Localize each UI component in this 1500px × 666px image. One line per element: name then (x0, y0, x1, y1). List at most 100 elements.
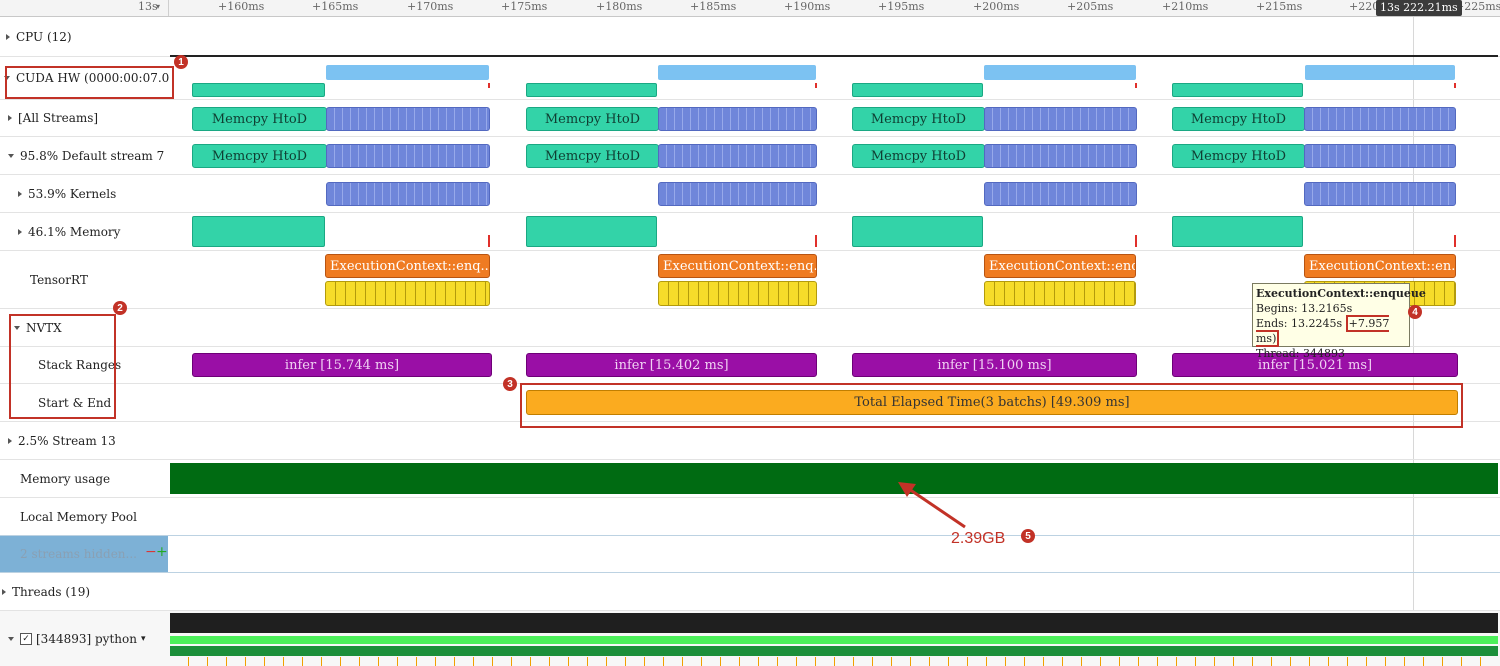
memcpy-htod-bar[interactable]: Memcpy HtoD (192, 107, 327, 131)
row-label-kernels: 53.9% Kernels (28, 186, 117, 201)
cuda-hw-kernel-bar[interactable] (658, 65, 816, 80)
cuda-hw-memcpy-bar[interactable] (192, 83, 325, 97)
red-marker (1135, 235, 1137, 247)
row-label-threads: Threads (19) (12, 584, 91, 599)
row-hidden-streams[interactable]: 2 streams hidden... − + (0, 536, 1500, 573)
annotation-badge-4: 4 (1408, 305, 1422, 319)
tensorrt-layers-bar[interactable] (325, 281, 490, 306)
thread-state-bar[interactable] (170, 636, 1498, 644)
ruler-tick: +170ms (407, 0, 454, 13)
cuda-hw-memcpy-bar[interactable] (852, 83, 983, 97)
tooltip-ends: Ends: 13.2245s (1256, 317, 1343, 330)
row-label-cpu: CPU (12) (16, 29, 72, 44)
kernel-bar[interactable] (658, 144, 817, 168)
thread-dropdown-icon[interactable]: ▾ (141, 634, 146, 644)
memory-op-bar[interactable] (1172, 216, 1303, 247)
infer-range-bar[interactable]: infer [15.402 ms] (526, 353, 817, 377)
memcpy-htod-bar[interactable]: Memcpy HtoD (852, 107, 985, 131)
ruler-start-label: 13s (138, 0, 158, 13)
annotation-arrow (898, 482, 966, 529)
execution-context-bar[interactable]: ExecutionContext::en... (1304, 254, 1456, 278)
cuda-hw-kernel-bar[interactable] (984, 65, 1136, 80)
expand-arrow-icon[interactable] (2, 588, 6, 595)
red-marker (1454, 83, 1456, 88)
cuda-hw-kernel-bar[interactable] (326, 65, 489, 80)
row-label-memory: 46.1% Memory (28, 224, 121, 239)
thread-samples-bar[interactable] (170, 646, 1498, 656)
memory-op-bar[interactable] (852, 216, 983, 247)
ruler-tick: +160ms (218, 0, 265, 13)
memcpy-htod-bar[interactable]: Memcpy HtoD (1172, 107, 1305, 131)
execution-context-bar[interactable]: ExecutionContext::enq... (658, 254, 817, 278)
annotation-arrow-head (898, 482, 916, 497)
kernel-bar[interactable] (658, 182, 817, 206)
memcpy-htod-bar[interactable]: Memcpy HtoD (526, 107, 659, 131)
cuda-hw-memcpy-bar[interactable] (1172, 83, 1303, 97)
kernel-bar[interactable] (326, 144, 490, 168)
show-plus-icon[interactable]: + (156, 544, 168, 560)
ruler-tick: +200ms (973, 0, 1020, 13)
memcpy-htod-bar[interactable]: Memcpy HtoD (192, 144, 327, 168)
red-marker (815, 235, 817, 247)
expand-arrow-icon[interactable] (6, 33, 10, 40)
thread-checkbox[interactable]: ✓ (20, 632, 32, 645)
ruler-tickline (168, 0, 169, 16)
kernel-bar[interactable] (326, 182, 490, 206)
collapse-arrow-icon[interactable] (8, 636, 14, 641)
execution-context-bar[interactable]: ExecutionContext::enq... (325, 254, 490, 278)
row-threads[interactable]: Threads (19) (0, 573, 1500, 611)
row-label-tensorrt: TensorRT (30, 272, 88, 287)
expand-arrow-icon[interactable] (8, 115, 12, 121)
memory-op-bar[interactable] (526, 216, 657, 247)
timeline-ruler[interactable]: 13s ▾ +160ms +165ms +170ms +175ms +180ms… (0, 0, 1500, 17)
expand-arrow-icon[interactable] (18, 190, 22, 197)
tensorrt-layers-bar[interactable] (658, 281, 817, 306)
kernel-bar[interactable] (1304, 107, 1456, 131)
memory-usage-bar[interactable] (170, 463, 1498, 494)
memcpy-htod-bar[interactable]: Memcpy HtoD (1172, 144, 1305, 168)
kernel-bar[interactable] (326, 107, 490, 131)
kernel-bar[interactable] (984, 144, 1137, 168)
thread-ticks (170, 657, 1498, 666)
kernel-bar[interactable] (1304, 144, 1456, 168)
memory-op-bar[interactable] (192, 216, 325, 247)
ruler-dropdown-icon[interactable]: ▾ (156, 2, 160, 11)
row-default-stream[interactable]: 95.8% Default stream 7 Memcpy HtoD Memcp… (0, 137, 1500, 175)
collapse-arrow-icon[interactable] (8, 153, 14, 158)
memcpy-htod-bar[interactable]: Memcpy HtoD (852, 144, 985, 168)
annotation-badge-2: 2 (113, 301, 127, 315)
row-label-python: [344893] python (36, 631, 137, 646)
hide-minus-icon[interactable]: − (145, 544, 157, 560)
expand-arrow-icon[interactable] (8, 437, 12, 444)
row-memory[interactable]: 46.1% Memory (0, 213, 1500, 251)
row-label-stream13: 2.5% Stream 13 (18, 433, 116, 448)
ruler-tick: +215ms (1256, 0, 1303, 13)
ruler-tick: +165ms (312, 0, 359, 13)
cuda-hw-memcpy-bar[interactable] (526, 83, 657, 97)
infer-range-bar[interactable]: infer [15.100 ms] (852, 353, 1137, 377)
row-python-thread[interactable]: ✓ [344893] python ▾ (0, 611, 1500, 666)
cuda-hw-kernel-bar[interactable] (1305, 65, 1455, 80)
kernel-bar[interactable] (1304, 182, 1456, 206)
row-local-memory-pool[interactable]: Local Memory Pool (0, 498, 1500, 536)
row-memory-usage[interactable]: Memory usage (0, 460, 1500, 498)
row-label-hidden[interactable]: 2 streams hidden... (20, 547, 137, 561)
row-cuda-hw[interactable]: CUDA HW (0000:00:07.0 - Te (0, 57, 1500, 100)
annotation-badge-1: 1 (174, 55, 188, 69)
red-marker (815, 83, 817, 88)
memcpy-htod-bar[interactable]: Memcpy HtoD (526, 144, 659, 168)
tooltip-begins: Begins: 13.2165s (1256, 302, 1353, 315)
memory-value-annotation: 2.39GB (951, 530, 1006, 547)
row-all-streams[interactable]: [All Streams] Memcpy HtoD Memcpy HtoD Me… (0, 100, 1500, 137)
kernel-bar[interactable] (984, 107, 1137, 131)
kernel-bar[interactable] (658, 107, 817, 131)
tensorrt-layers-bar[interactable] (984, 281, 1136, 306)
execution-context-bar[interactable]: ExecutionContext::enq... (984, 254, 1136, 278)
row-kernels[interactable]: 53.9% Kernels (0, 175, 1500, 213)
kernel-bar[interactable] (984, 182, 1137, 206)
row-cpu[interactable]: CPU (12) (0, 17, 1500, 57)
annotation-arrow-line (905, 485, 966, 529)
thread-activity-bar[interactable] (170, 613, 1498, 633)
expand-arrow-icon[interactable] (18, 228, 22, 235)
infer-range-bar[interactable]: infer [15.744 ms] (192, 353, 492, 377)
